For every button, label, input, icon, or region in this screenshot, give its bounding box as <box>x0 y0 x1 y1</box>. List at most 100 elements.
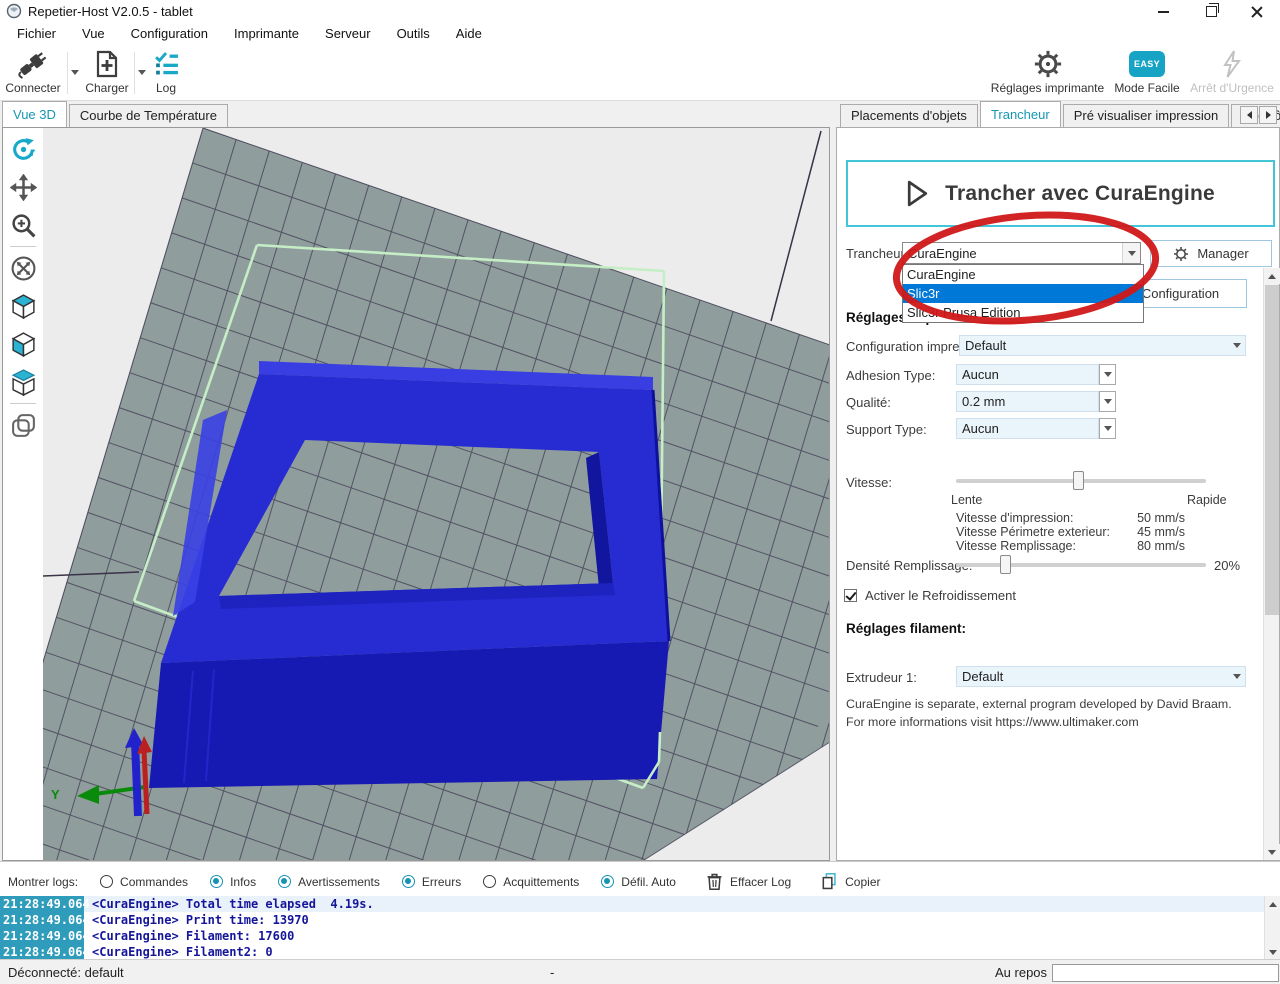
tab-placements[interactable]: Placements d'objets <box>840 104 978 127</box>
tab-trancheur[interactable]: Trancheur <box>979 101 1061 127</box>
infill-slider-handle[interactable] <box>1000 555 1011 574</box>
load-dropdown-arrow[interactable] <box>138 70 146 75</box>
slicer-panel: Trancher avec CuraEngine Trancheur: Cura… <box>836 127 1280 861</box>
support-arrow-button[interactable] <box>1099 418 1116 439</box>
move-view-button[interactable] <box>7 170 39 204</box>
clear-log-button[interactable]: Effacer Log <box>706 872 791 891</box>
dropdown-option-curaengine[interactable]: CuraEngine <box>903 265 1143 284</box>
log-scroll-down-button[interactable] <box>1265 944 1280 960</box>
log-scroll-up-button[interactable] <box>1265 896 1280 912</box>
log-line: 21:28:49.064 <CuraEngine> Filament: 1760… <box>0 928 1264 944</box>
panel-scrollbar[interactable] <box>1263 268 1280 860</box>
log-timestamp: 21:28:49.064 <box>0 928 90 944</box>
panel-scroll-down-button[interactable] <box>1264 844 1280 860</box>
cooling-checkbox[interactable] <box>844 589 857 602</box>
panel-scrollbar-thumb[interactable] <box>1265 285 1279 615</box>
filter-infos[interactable]: Infos <box>210 875 256 889</box>
filter-defil-auto[interactable]: Défil. Auto <box>601 875 676 889</box>
menu-bar: Fichier Vue Configuration Imprimante Ser… <box>0 22 1280 46</box>
app-icon <box>6 3 22 19</box>
radio-icon <box>210 875 224 888</box>
progress-box <box>1052 964 1279 982</box>
log-timestamp: 21:28:49.064 <box>0 944 90 960</box>
panel-scroll-up-button[interactable] <box>1264 268 1280 284</box>
slicer-combobox-arrow[interactable] <box>1122 243 1140 263</box>
slice-button[interactable]: Trancher avec CuraEngine <box>846 160 1275 227</box>
tab-previsualiser[interactable]: Pré visualiser impression <box>1062 104 1230 127</box>
menu-serveur[interactable]: Serveur <box>312 22 384 46</box>
log-scrollbar[interactable] <box>1264 896 1280 960</box>
menu-aide[interactable]: Aide <box>443 22 495 46</box>
scene-3d[interactable]: Y <box>43 128 829 860</box>
slicer-combobox[interactable]: CuraEngine <box>902 242 1141 264</box>
magnifier-plus-icon <box>11 213 36 238</box>
printer-settings-button[interactable]: Réglages imprimante <box>985 48 1110 98</box>
rotate-view-button[interactable] <box>7 132 39 166</box>
filter-erreurs[interactable]: Erreurs <box>401 875 461 889</box>
fit-view-button[interactable] <box>7 251 39 285</box>
minimize-icon <box>1157 10 1169 13</box>
menu-imprimante[interactable]: Imprimante <box>221 22 312 46</box>
speed-slider-handle[interactable] <box>1073 471 1084 490</box>
dropdown-option-slic3r-prusa[interactable]: Slic3r Prusa Edition <box>903 303 1143 322</box>
menu-configuration[interactable]: Configuration <box>118 22 221 46</box>
filter-commandes[interactable]: Commandes <box>100 875 188 889</box>
isometric-view-button[interactable] <box>7 289 39 323</box>
quality-combobox[interactable]: 0.2 mm <box>956 391 1099 412</box>
tabs-scroll-right-button[interactable] <box>1259 106 1277 124</box>
main-toolbar: Connecter Charger Log Réglages imprimant… <box>0 46 1280 101</box>
top-view-button[interactable] <box>7 365 39 399</box>
print-speed-value: 50 mm/s <box>1137 511 1185 525</box>
support-label: Support Type: <box>846 422 927 437</box>
perimeter-speed-value: 45 mm/s <box>1137 525 1185 539</box>
rail-separator <box>10 246 36 247</box>
extruder-combobox[interactable]: Default <box>956 666 1246 687</box>
menu-vue[interactable]: Vue <box>69 22 118 46</box>
adhesion-combobox[interactable]: Aucun <box>956 364 1099 385</box>
infill-density-label: Densité Remplissage: <box>846 558 973 573</box>
quality-arrow-button[interactable] <box>1099 391 1116 412</box>
infill-speed-value: 80 mm/s <box>1137 539 1185 553</box>
close-button[interactable] <box>1242 3 1272 20</box>
front-view-button[interactable] <box>7 327 39 361</box>
connect-button[interactable]: Connecter <box>2 48 64 98</box>
radio-icon <box>401 875 415 888</box>
filter-avertissements[interactable]: Avertissements <box>278 875 380 889</box>
restore-button[interactable] <box>1196 3 1226 20</box>
tab-courbe-temperature[interactable]: Courbe de Température <box>68 104 228 127</box>
log-message: <CuraEngine> Filament2: 0 <box>92 945 273 959</box>
gear-icon <box>1033 48 1063 80</box>
easy-mode-button[interactable]: EASY Mode Facile <box>1113 48 1181 98</box>
infill-slider-track[interactable] <box>956 563 1206 567</box>
print-speed-label: Vitesse d'impression: <box>956 511 1074 525</box>
support-combobox[interactable]: Aucun <box>956 418 1099 439</box>
manager-button[interactable]: Manager <box>1150 240 1272 267</box>
print-config-arrow[interactable] <box>1229 343 1245 348</box>
viewport-3d[interactable]: Y <box>2 127 830 861</box>
log-toggle-button[interactable]: Log <box>148 48 184 98</box>
extruder-arrow[interactable] <box>1229 674 1245 679</box>
dropdown-option-slic3r[interactable]: Slic3r <box>903 284 1143 303</box>
connect-dropdown-arrow[interactable] <box>71 70 79 75</box>
load-button[interactable]: Charger <box>83 48 131 98</box>
curaengine-info-text: CuraEngine is separate, external program… <box>846 697 1232 729</box>
tab-vue-3d[interactable]: Vue 3D <box>2 101 67 127</box>
layers-view-button[interactable] <box>7 408 39 442</box>
menu-outils[interactable]: Outils <box>384 22 443 46</box>
zoom-view-button[interactable] <box>7 208 39 242</box>
speed-fast-label: Rapide <box>1187 493 1227 507</box>
view-tool-rail <box>3 128 43 860</box>
log-output[interactable]: 21:28:49.064 <CuraEngine> Total time ela… <box>0 896 1264 960</box>
menu-fichier[interactable]: Fichier <box>4 22 69 46</box>
adhesion-arrow-button[interactable] <box>1099 364 1116 385</box>
minimize-button[interactable] <box>1148 3 1178 20</box>
emergency-stop-button[interactable]: Arrêt d'Urgence <box>1188 48 1276 98</box>
copy-log-button[interactable]: Copier <box>821 872 881 891</box>
layers-icon <box>11 413 35 437</box>
tabs-scroll-left-button[interactable] <box>1240 106 1258 124</box>
filament-settings-heading: Réglages filament: <box>846 621 967 636</box>
speed-label: Vitesse: <box>846 475 893 490</box>
print-config-combobox[interactable]: Default <box>959 335 1246 356</box>
filter-acquittements[interactable]: Acquittements <box>483 875 579 889</box>
show-logs-label: Montrer logs: <box>8 874 79 889</box>
